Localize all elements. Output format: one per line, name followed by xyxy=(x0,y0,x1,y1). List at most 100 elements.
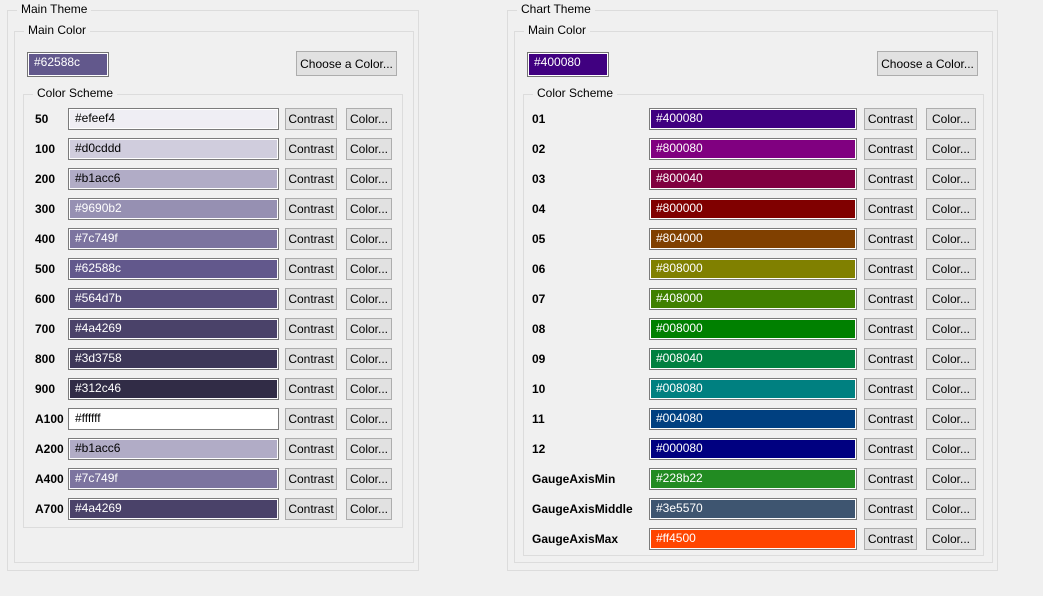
contrast-button[interactable]: Contrast xyxy=(864,228,917,250)
color-button[interactable]: Color... xyxy=(926,498,976,520)
contrast-button[interactable]: Contrast xyxy=(285,288,337,310)
contrast-button[interactable]: Contrast xyxy=(864,108,917,130)
color-value-field[interactable]: #008000 xyxy=(649,318,857,340)
contrast-button[interactable]: Contrast xyxy=(864,168,917,190)
contrast-button[interactable]: Contrast xyxy=(285,378,337,400)
color-button[interactable]: Color... xyxy=(346,168,392,190)
color-value-field[interactable]: #d0cddd xyxy=(68,138,279,160)
color-button[interactable]: Color... xyxy=(926,408,976,430)
color-value-field[interactable]: #008080 xyxy=(649,378,857,400)
color-value-field[interactable]: #b1acc6 xyxy=(68,438,279,460)
color-value-field[interactable]: #804000 xyxy=(649,228,857,250)
contrast-button[interactable]: Contrast xyxy=(285,438,337,460)
color-scheme-group-label: Color Scheme xyxy=(533,86,617,101)
color-value-field[interactable]: #808000 xyxy=(649,258,857,280)
row-label: 700 xyxy=(35,318,68,340)
color-value-field[interactable]: #efeef4 xyxy=(68,108,279,130)
color-value-field[interactable]: #000080 xyxy=(649,438,857,460)
color-button[interactable]: Color... xyxy=(926,288,976,310)
contrast-button[interactable]: Contrast xyxy=(285,198,337,220)
contrast-button[interactable]: Contrast xyxy=(285,168,337,190)
color-value-field[interactable]: #800040 xyxy=(649,168,857,190)
color-value-field[interactable]: #800080 xyxy=(649,138,857,160)
contrast-button[interactable]: Contrast xyxy=(864,138,917,160)
choose-color-button[interactable]: Choose a Color... xyxy=(877,51,978,76)
color-value-field[interactable]: #7c749f xyxy=(68,468,279,490)
color-value-field[interactable]: #800000 xyxy=(649,198,857,220)
contrast-button[interactable]: Contrast xyxy=(864,378,917,400)
contrast-button[interactable]: Contrast xyxy=(285,318,337,340)
color-button[interactable]: Color... xyxy=(926,528,976,550)
contrast-button[interactable]: Contrast xyxy=(285,408,337,430)
color-button[interactable]: Color... xyxy=(926,378,976,400)
contrast-button[interactable]: Contrast xyxy=(285,348,337,370)
color-value-field[interactable]: #9690b2 xyxy=(68,198,279,220)
contrast-button[interactable]: Contrast xyxy=(864,198,917,220)
color-button[interactable]: Color... xyxy=(346,378,392,400)
color-value-field[interactable]: #564d7b xyxy=(68,288,279,310)
row-label: 400 xyxy=(35,228,68,250)
contrast-button[interactable]: Contrast xyxy=(285,468,337,490)
color-button[interactable]: Color... xyxy=(346,228,392,250)
color-value-field[interactable]: #3d3758 xyxy=(68,348,279,370)
color-value-field[interactable]: #7c749f xyxy=(68,228,279,250)
color-button[interactable]: Color... xyxy=(926,168,976,190)
color-scheme-row: 08#008000 Contrast Color... xyxy=(524,318,983,340)
color-value-field[interactable]: #004080 xyxy=(649,408,857,430)
color-button[interactable]: Color... xyxy=(346,138,392,160)
contrast-button[interactable]: Contrast xyxy=(864,498,917,520)
color-button[interactable]: Color... xyxy=(346,108,392,130)
color-value-field[interactable]: #4a4269 xyxy=(68,498,279,520)
color-button[interactable]: Color... xyxy=(346,438,392,460)
color-button[interactable]: Color... xyxy=(926,108,976,130)
color-button[interactable]: Color... xyxy=(346,468,392,490)
color-button[interactable]: Color... xyxy=(926,228,976,250)
color-button[interactable]: Color... xyxy=(346,288,392,310)
contrast-button[interactable]: Contrast xyxy=(285,258,337,280)
contrast-button[interactable]: Contrast xyxy=(285,138,337,160)
contrast-button[interactable]: Contrast xyxy=(864,348,917,370)
color-button[interactable]: Color... xyxy=(346,498,392,520)
row-label: 08 xyxy=(532,318,649,340)
contrast-button[interactable]: Contrast xyxy=(285,108,337,130)
color-value-field[interactable]: #62588c xyxy=(68,258,279,280)
color-value-field[interactable]: #ffffff xyxy=(68,408,279,430)
color-value-field[interactable]: #228b22 xyxy=(649,468,857,490)
color-button[interactable]: Color... xyxy=(926,258,976,280)
color-scheme-group: Color Scheme 50#efeef4ContrastColor...10… xyxy=(23,94,403,528)
color-button[interactable]: Color... xyxy=(346,318,392,340)
contrast-button[interactable]: Contrast xyxy=(864,408,917,430)
color-button[interactable]: Color... xyxy=(926,138,976,160)
contrast-button[interactable]: Contrast xyxy=(864,318,917,340)
color-button[interactable]: Color... xyxy=(926,438,976,460)
color-value-field[interactable]: #3e5570 xyxy=(649,498,857,520)
color-value-field[interactable]: #408000 xyxy=(649,288,857,310)
contrast-button[interactable]: Contrast xyxy=(864,258,917,280)
contrast-button[interactable]: Contrast xyxy=(864,468,917,490)
color-value-field[interactable]: #4a4269 xyxy=(68,318,279,340)
color-button[interactable]: Color... xyxy=(346,408,392,430)
row-label: GaugeAxisMin xyxy=(532,468,649,490)
contrast-button[interactable]: Contrast xyxy=(864,288,917,310)
color-value-field[interactable]: #312c46 xyxy=(68,378,279,400)
color-button[interactable]: Color... xyxy=(926,468,976,490)
contrast-button[interactable]: Contrast xyxy=(864,438,917,460)
color-button[interactable]: Color... xyxy=(346,348,392,370)
color-button[interactable]: Color... xyxy=(346,258,392,280)
contrast-button[interactable]: Contrast xyxy=(864,528,917,550)
color-value-field[interactable]: #b1acc6 xyxy=(68,168,279,190)
choose-color-button[interactable]: Choose a Color... xyxy=(296,51,397,76)
contrast-button[interactable]: Contrast xyxy=(285,228,337,250)
color-button[interactable]: Color... xyxy=(926,348,976,370)
color-scheme-row: 500#62588cContrastColor... xyxy=(24,258,402,280)
color-button[interactable]: Color... xyxy=(926,198,976,220)
contrast-button[interactable]: Contrast xyxy=(285,498,337,520)
color-value-field[interactable]: #008040 xyxy=(649,348,857,370)
color-button[interactable]: Color... xyxy=(346,198,392,220)
color-scheme-group-label: Color Scheme xyxy=(33,86,117,101)
color-scheme-row: 600#564d7bContrastColor... xyxy=(24,288,402,310)
main-color-group-label: Main Color xyxy=(524,23,590,38)
color-button[interactable]: Color... xyxy=(926,318,976,340)
color-value-field[interactable]: #ff4500 xyxy=(649,528,857,550)
color-value-field[interactable]: #400080 xyxy=(649,108,857,130)
